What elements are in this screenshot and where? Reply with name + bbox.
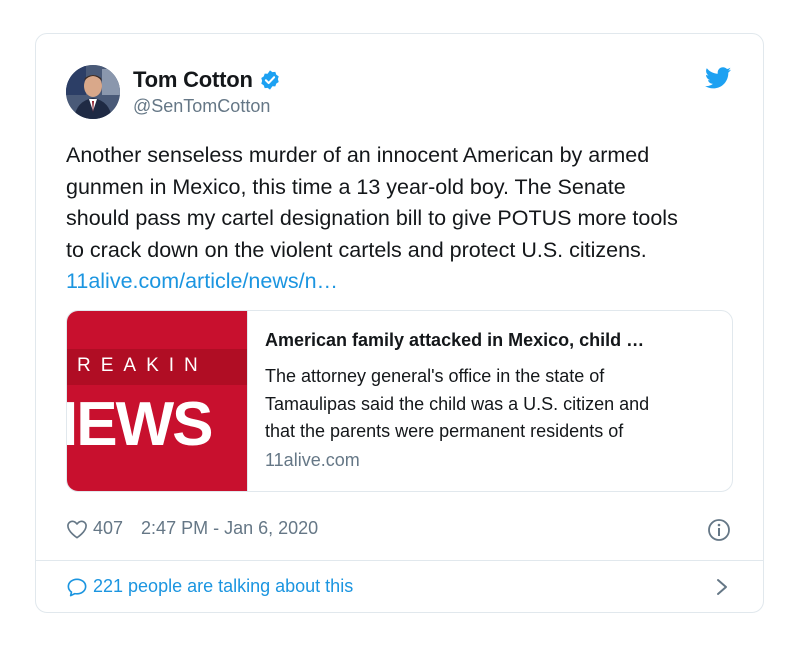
tweet-text-line: Another senseless murder of an innocent … [66,143,650,167]
like-count[interactable]: 407 [93,518,123,539]
chevron-right-icon[interactable] [715,577,729,597]
thumbnail-text-bottom: IEWS [67,390,213,459]
tweet-meta-row: 407 2:47 PM - Jan 6, 2020 [66,518,318,539]
link-card-domain: 11alive.com [265,450,360,470]
author-name-row[interactable]: Tom Cotton [133,67,281,93]
thumbnail-text-top: REAKIN [77,355,208,376]
heart-icon[interactable] [66,519,88,539]
twitter-bird-icon[interactable] [705,67,731,89]
tweet-text-line: gunmen in Mexico, this time a 13 year-ol… [66,174,626,199]
link-thumbnail: REAKIN IEWS [67,311,248,491]
tweet-text-line: to crack down on the violent cartels and… [66,237,647,262]
verified-badge-icon [261,70,279,90]
tweet-text-line: should pass my cartel designation bill t… [66,206,678,230]
divider [36,560,763,561]
link-preview-card[interactable]: REAKIN IEWS American family attacked in … [66,310,733,492]
tweet-card: Tom Cotton @SenTomCotton Another sensele… [35,33,764,613]
tweet-text: Another senseless murder of an innocent … [66,140,736,298]
author-display-name[interactable]: Tom Cotton [133,67,253,93]
info-icon[interactable] [707,518,731,542]
profile-photo-icon [66,65,120,119]
speech-bubble-icon [67,577,87,596]
avatar[interactable] [66,65,120,119]
tweet-timestamp[interactable]: 2:47 PM - Jan 6, 2020 [141,518,318,539]
link-card-description-line: The attorney general's office in the sta… [265,366,605,386]
conversation-link[interactable]: 221 people are talking about this [66,576,353,597]
link-card-description-line: that the parents were permanent resident… [265,421,624,441]
link-card-description-line: Tamaulipas said the child was a U.S. cit… [265,393,650,414]
link-card-title: American family attacked in Mexico, chil… [265,330,645,350]
author-handle[interactable]: @SenTomCotton [133,96,270,117]
conversation-count-text[interactable]: 221 people are talking about this [93,576,353,597]
tweet-link[interactable]: 11alive.com/article/news/n… [66,269,338,293]
link-card-description: The attorney general's office in the sta… [265,363,725,446]
link-card-body: American family attacked in Mexico, chil… [248,311,732,491]
